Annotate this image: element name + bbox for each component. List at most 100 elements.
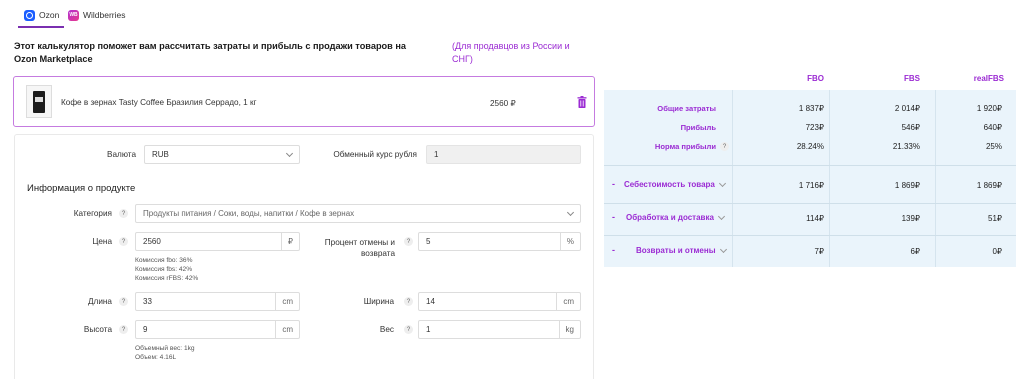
volumetric-weight: Объемный вес: 1kg (135, 345, 195, 352)
cost-realfbs: 1 869₽ (976, 181, 1002, 190)
total-costs-fbs: 2 014₽ (894, 104, 920, 113)
category-select[interactable]: Продукты питания / Соки, воды, напитки /… (135, 204, 581, 223)
chevron-down-icon (285, 149, 294, 158)
group-toggle-processing[interactable]: Обработка и доставка (626, 212, 725, 222)
commission-fbo: Комиссия fbo: 36% (135, 257, 193, 264)
chevron-down-icon (717, 212, 725, 220)
product-price: 2560 ₽ (490, 99, 516, 108)
help-icon[interactable]: ? (720, 142, 729, 151)
chevron-down-icon (566, 208, 575, 217)
returns-fbo: 7₽ (814, 247, 824, 256)
processing-realfbs: 51₽ (988, 214, 1002, 223)
help-icon[interactable]: ? (119, 325, 128, 334)
volume: Объем: 4.16L (135, 354, 177, 361)
tab-ozon[interactable]: Ozon (24, 6, 59, 24)
height-unit: cm (275, 321, 299, 338)
help-icon[interactable]: ? (404, 325, 413, 334)
length-label: Длина (88, 297, 112, 306)
returns-realfbs: 0₽ (992, 247, 1002, 256)
audience-note: (Для продавцов из России и СНГ) (452, 41, 570, 64)
cost-fbo: 1 716₽ (798, 181, 824, 190)
row-label-profit: Прибыль (680, 123, 716, 132)
price-label: Цена (92, 237, 112, 246)
currency-value: RUB (152, 150, 169, 159)
profit-fbo: 723₽ (805, 123, 824, 132)
length-unit: cm (275, 293, 299, 310)
help-icon[interactable]: ? (404, 237, 413, 246)
width-input[interactable]: 14 cm (418, 292, 581, 311)
category-value: Продукты питания / Соки, воды, напитки /… (143, 209, 355, 218)
exchange-rate-label: Обменный курс рубля (333, 150, 417, 159)
group-label-returns: Возвраты и отмены (636, 246, 716, 255)
group-toggle-cost[interactable]: Себестоимость товара (624, 179, 726, 189)
group-label-processing: Обработка и доставка (626, 213, 714, 222)
total-costs-fbo: 1 837₽ (798, 104, 824, 113)
weight-label: Вес (379, 325, 394, 334)
help-icon[interactable]: ? (119, 237, 128, 246)
total-costs-realfbs: 1 920₽ (976, 104, 1002, 113)
trash-icon[interactable] (577, 96, 587, 108)
length-input[interactable]: 33 cm (135, 292, 300, 311)
ozon-logo-icon (24, 9, 35, 21)
weight-unit: kg (558, 321, 580, 338)
cancel-rate-label-line1: Процент отмены и (324, 238, 395, 247)
help-icon[interactable]: ? (119, 209, 128, 218)
collapse-marker: - (612, 245, 615, 255)
height-label: Высота (83, 325, 112, 334)
cancel-rate-value: 5 (426, 237, 431, 246)
cancel-rate-unit: % (559, 233, 580, 250)
height-input[interactable]: 9 cm (135, 320, 300, 339)
cancel-rate-label-line2: возврата (361, 249, 395, 258)
price-unit: ₽ (280, 233, 299, 250)
exchange-rate-field: 1 (426, 145, 581, 164)
help-icon[interactable]: ? (404, 297, 413, 306)
cancel-rate-label: Процент отмены и возврата (300, 237, 395, 259)
commission-rfbs: Комиссия rFBS: 42% (135, 275, 199, 282)
price-input[interactable]: 2560 ₽ (135, 232, 300, 251)
cancel-rate-input[interactable]: 5 % (418, 232, 581, 251)
tab-wildberries[interactable]: WB Wildberries (68, 6, 126, 24)
width-value: 14 (426, 297, 435, 306)
weight-input[interactable]: 1 kg (418, 320, 581, 339)
page-headline: Этот калькулятор поможет вам рассчитать … (14, 41, 407, 64)
column-header-fbs: FBS (904, 74, 920, 83)
wildberries-logo-icon: WB (68, 9, 79, 21)
tab-wildberries-label: Wildberries (83, 10, 126, 20)
width-label: Ширина (363, 297, 394, 306)
currency-label: Валюта (107, 150, 136, 159)
group-label-cost: Себестоимость товара (624, 180, 715, 189)
collapse-marker: - (612, 212, 615, 222)
product-thumbnail (26, 85, 52, 118)
results-table: Общие затраты 1 837₽ 2 014₽ 1 920₽ Прибы… (604, 90, 1016, 267)
margin-realfbs: 25% (985, 142, 1002, 151)
help-icon[interactable]: ? (119, 297, 128, 306)
margin-fbo: 28.24% (796, 142, 824, 151)
group-toggle-returns[interactable]: Возвраты и отмены (636, 245, 727, 255)
profit-realfbs: 640₽ (983, 123, 1002, 132)
column-header-realfbs: realFBS (973, 74, 1004, 83)
marketplace-tabs: Ozon WB Wildberries (0, 0, 600, 28)
returns-fbs: 6₽ (910, 247, 920, 256)
column-header-fbo: FBO (807, 74, 824, 83)
chevron-down-icon (719, 245, 727, 253)
exchange-rate-value: 1 (434, 150, 439, 159)
profit-fbs: 546₽ (901, 123, 920, 132)
tab-ozon-label: Ozon (39, 10, 60, 20)
processing-fbs: 139₽ (901, 214, 920, 223)
weight-value: 1 (426, 325, 431, 334)
height-value: 9 (143, 325, 148, 334)
cost-fbs: 1 869₽ (894, 181, 920, 190)
product-card[interactable]: Кофе в зернах Tasty Coffee Бразилия Серр… (13, 76, 595, 127)
price-value: 2560 (143, 237, 161, 246)
section-title-product-info: Информация о продукте (27, 183, 136, 194)
margin-fbs: 21.33% (892, 142, 920, 151)
collapse-marker: - (612, 179, 615, 189)
processing-fbo: 114₽ (806, 214, 824, 223)
product-name: Кофе в зернах Tasty Coffee Бразилия Серр… (61, 98, 257, 107)
commission-fbs: Комиссия fbs: 42% (135, 266, 193, 273)
currency-select[interactable]: RUB (144, 145, 300, 164)
row-label-total-costs: Общие затраты (657, 104, 716, 113)
width-unit: cm (556, 293, 580, 310)
row-label-margin: Норма прибыли (654, 142, 716, 151)
commission-notes: Комиссия fbo: 36% Комиссия fbs: 42% Коми… (135, 256, 198, 283)
